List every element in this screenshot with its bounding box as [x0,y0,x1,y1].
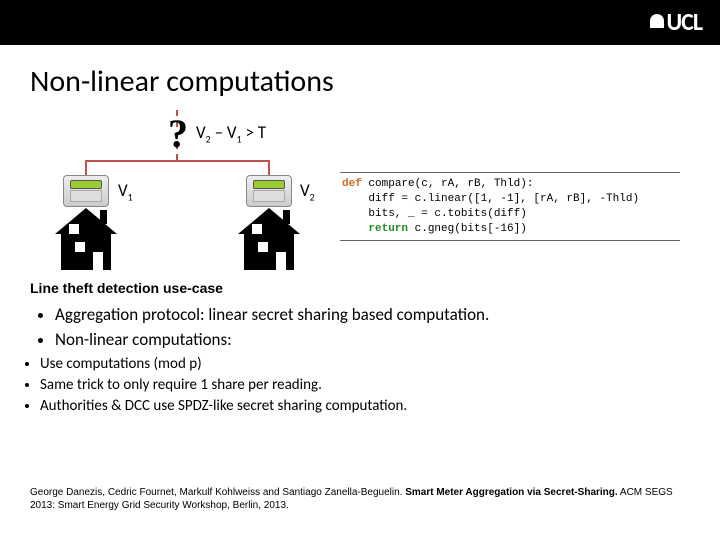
query-expression: V2 – V1 > T [196,122,266,145]
bullet-1: Aggregation protocol: linear secret shar… [55,304,720,327]
diagram: ? V2 – V1 > T V1 V2 def compare(c, rA, r… [0,110,720,270]
sub-bullet-list: Use computations (mod p) Same trick to o… [40,354,720,417]
sub-bullet-2: Same trick to only require 1 share per r… [40,375,720,395]
code-snippet: def compare(c, rA, rB, Thld): diff = c.l… [340,172,680,241]
sub-bullet-1: Use computations (mod p) [40,354,720,374]
usecase-heading: Line theft detection use-case [30,280,720,296]
slide-title: Non-linear computations [30,63,720,100]
citation: George Danezis, Cedric Fournet, Markulf … [30,486,690,512]
bullet-2: Non-linear computations: [55,329,720,352]
horizontal-line [85,160,270,162]
label-v1: V1 [118,180,133,203]
header-bar: UCL [0,0,720,45]
logo: UCL [650,8,702,37]
house-icon-1 [55,208,117,270]
logo-text: UCL [666,8,702,37]
citation-authors: George Danezis, Cedric Fournet, Markulf … [30,487,405,498]
label-v2: V2 [300,180,315,203]
bullet-list: Aggregation protocol: linear secret shar… [55,304,720,352]
smart-meter-icon-1 [63,175,109,207]
house-icon-2 [238,208,300,270]
smart-meter-icon-2 [246,175,292,207]
ucl-dome-icon [650,14,664,28]
query-mark: ? [168,110,188,157]
sub-bullet-3: Authorities & DCC use SPDZ-like secret s… [40,396,720,416]
citation-title: Smart Meter Aggregation via Secret-Shari… [405,487,617,498]
